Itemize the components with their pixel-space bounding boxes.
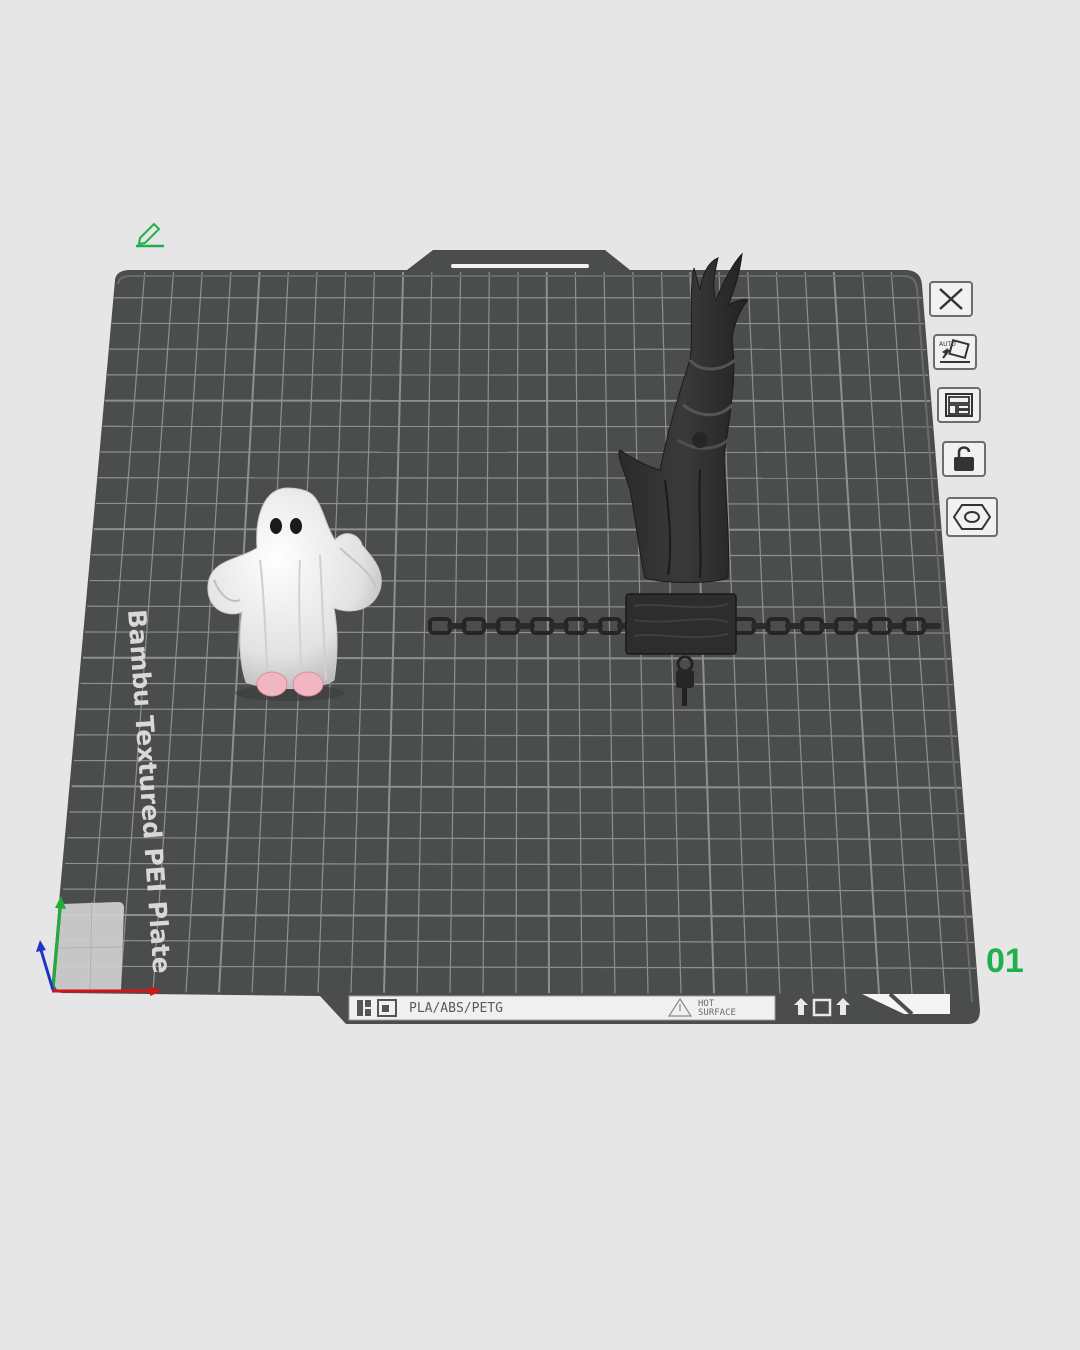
- axis-z: [39, 949, 55, 991]
- ghost-eye-left: [270, 518, 282, 534]
- wooden-sign: [625, 593, 737, 655]
- close-plate-button[interactable]: [929, 281, 973, 317]
- hot-surface-line2: SURFACE: [698, 1008, 736, 1018]
- close-icon: [939, 288, 963, 310]
- chain-link: [921, 623, 941, 629]
- hexagon-settings-icon: [952, 504, 992, 530]
- auto-orient-button[interactable]: AUTO: [933, 334, 977, 370]
- plate-materials: PLA/ABS/PETG: [409, 1001, 503, 1016]
- grid-line: [82, 656, 952, 660]
- axis-z-arrow: [36, 940, 46, 952]
- plate-viewport[interactable]: Bambu Textured PEI Plate PLA/ABS/PETG HO…: [0, 0, 1080, 1350]
- origin-marker: [54, 901, 124, 991]
- build-plate[interactable]: [52, 250, 980, 1024]
- ghost-shoe-left: [256, 671, 288, 697]
- arrange-icon: [945, 393, 973, 417]
- plate-tab-slot: [451, 264, 589, 268]
- edit-plate-name-icon[interactable]: [134, 220, 166, 252]
- ghost-eye-right: [290, 518, 302, 534]
- unlock-icon: [954, 446, 974, 471]
- plate-settings-button[interactable]: [946, 497, 998, 537]
- auto-orient-icon: AUTO: [939, 338, 970, 363]
- ghost-shoe-right: [292, 671, 324, 697]
- arrange-button[interactable]: [937, 387, 981, 423]
- lock-plate-button[interactable]: [942, 441, 986, 477]
- plate-number: 01: [986, 942, 1024, 980]
